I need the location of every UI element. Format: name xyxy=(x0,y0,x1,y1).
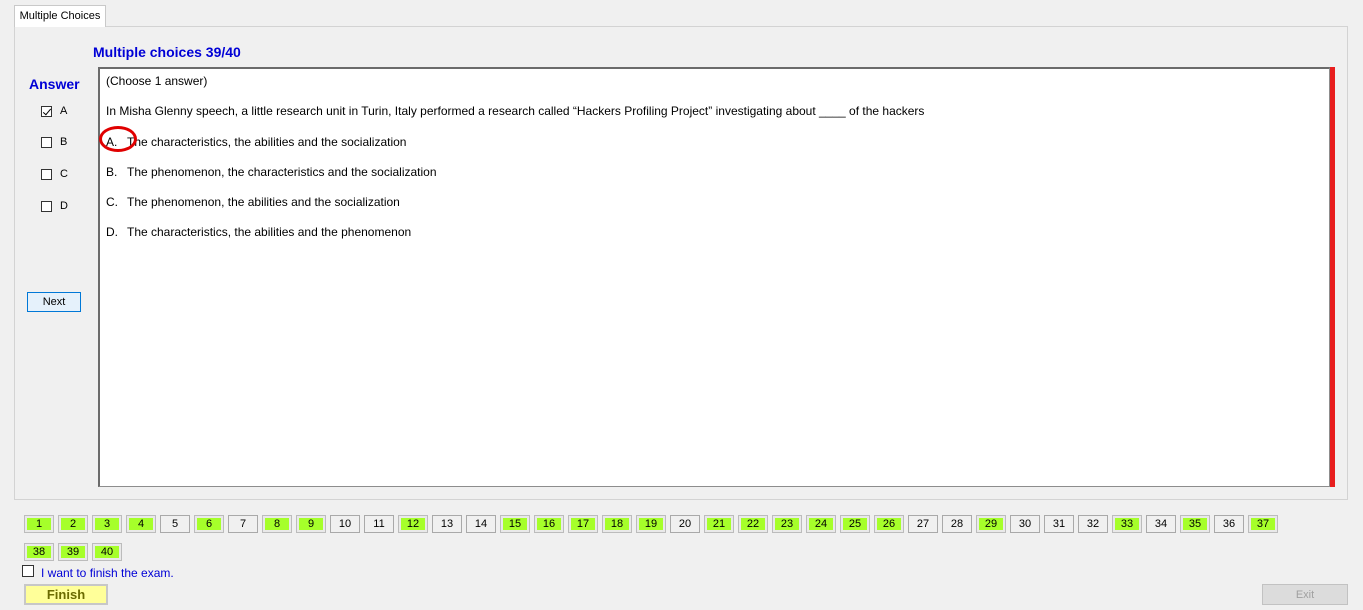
answer-d-label: D xyxy=(60,200,68,212)
tab-multiple-choices[interactable]: Multiple Choices xyxy=(14,5,106,27)
red-circle-annotation xyxy=(99,126,137,152)
question-nav-button-33[interactable]: 33 xyxy=(1112,515,1142,533)
question-nav-button-3[interactable]: 3 xyxy=(92,515,122,533)
question-nav-button-4[interactable]: 4 xyxy=(126,515,156,533)
option-d-letter: D. xyxy=(106,225,118,239)
question-nav-button-34[interactable]: 34 xyxy=(1146,515,1176,533)
question-nav-button-15[interactable]: 15 xyxy=(500,515,530,533)
answer-choice-c[interactable]: C xyxy=(41,167,68,181)
finish-exam-label[interactable]: I want to finish the exam. xyxy=(41,566,174,580)
question-content-box: (Choose 1 answer) In Misha Glenny speech… xyxy=(98,67,1330,487)
question-nav-button-32[interactable]: 32 xyxy=(1078,515,1108,533)
answer-c-checkbox[interactable] xyxy=(41,168,52,180)
question-nav-button-6[interactable]: 6 xyxy=(194,515,224,533)
option-b: B. The phenomenon, the characteristics an… xyxy=(106,165,437,179)
question-nav-button-14[interactable]: 14 xyxy=(466,515,496,533)
red-progress-bar xyxy=(1330,67,1335,487)
exit-button[interactable]: Exit xyxy=(1262,584,1348,605)
question-nav-button-12[interactable]: 12 xyxy=(398,515,428,533)
question-nav-button-37[interactable]: 37 xyxy=(1248,515,1278,533)
question-nav-button-1[interactable]: 1 xyxy=(24,515,54,533)
question-nav-button-28[interactable]: 28 xyxy=(942,515,972,533)
answer-b-label: B xyxy=(60,136,68,148)
question-nav-button-20[interactable]: 20 xyxy=(670,515,700,533)
option-b-letter: B. xyxy=(106,165,118,179)
finish-button[interactable]: Finish xyxy=(24,584,108,605)
answer-a-label: A xyxy=(60,105,68,117)
answer-label: Answer xyxy=(29,76,80,92)
answer-a-checkbox[interactable] xyxy=(41,105,52,117)
question-nav-button-30[interactable]: 30 xyxy=(1010,515,1040,533)
question-nav-button-29[interactable]: 29 xyxy=(976,515,1006,533)
question-nav-button-18[interactable]: 18 xyxy=(602,515,632,533)
question-nav-button-10[interactable]: 10 xyxy=(330,515,360,533)
question-nav-button-2[interactable]: 2 xyxy=(58,515,88,533)
option-c: C. The phenomenon, the abilities and the … xyxy=(106,195,400,209)
question-nav-button-25[interactable]: 25 xyxy=(840,515,870,533)
question-nav-button-16[interactable]: 16 xyxy=(534,515,564,533)
answer-choice-d[interactable]: D xyxy=(41,199,68,213)
question-nav-button-36[interactable]: 36 xyxy=(1214,515,1244,533)
question-nav-button-31[interactable]: 31 xyxy=(1044,515,1074,533)
question-nav-button-13[interactable]: 13 xyxy=(432,515,462,533)
question-nav-button-22[interactable]: 22 xyxy=(738,515,768,533)
option-a-text: The characteristics, the abilities and t… xyxy=(127,135,407,149)
option-d-text: The characteristics, the abilities and t… xyxy=(127,225,412,239)
question-nav-button-39[interactable]: 39 xyxy=(58,543,88,561)
question-title: Multiple choices 39/40 xyxy=(93,44,241,60)
question-instruction: (Choose 1 answer) xyxy=(106,74,208,88)
question-nav-button-24[interactable]: 24 xyxy=(806,515,836,533)
question-nav-button-27[interactable]: 27 xyxy=(908,515,938,533)
question-nav-button-19[interactable]: 19 xyxy=(636,515,666,533)
question-text: In Misha Glenny speech, a little researc… xyxy=(106,104,925,118)
option-b-text: The phenomenon, the characteristics and … xyxy=(127,165,437,179)
next-button[interactable]: Next xyxy=(27,292,81,312)
option-c-letter: C. xyxy=(106,195,118,209)
question-nav-button-35[interactable]: 35 xyxy=(1180,515,1210,533)
question-nav-button-17[interactable]: 17 xyxy=(568,515,598,533)
question-nav-button-21[interactable]: 21 xyxy=(704,515,734,533)
question-nav-button-8[interactable]: 8 xyxy=(262,515,292,533)
question-nav-button-26[interactable]: 26 xyxy=(874,515,904,533)
answer-c-label: C xyxy=(60,168,68,180)
answer-choice-a[interactable]: A xyxy=(41,104,67,118)
answer-choice-b[interactable]: B xyxy=(41,135,67,149)
question-nav-button-23[interactable]: 23 xyxy=(772,515,802,533)
question-nav-button-7[interactable]: 7 xyxy=(228,515,258,533)
option-a: A. The characteristics, the abilities and… xyxy=(99,126,407,152)
finish-exam-checkbox[interactable] xyxy=(22,565,34,577)
option-c-text: The phenomenon, the abilities and the so… xyxy=(127,195,400,209)
answer-d-checkbox[interactable] xyxy=(41,200,52,212)
question-nav-button-5[interactable]: 5 xyxy=(160,515,190,533)
question-nav-button-11[interactable]: 11 xyxy=(364,515,394,533)
answer-b-checkbox[interactable] xyxy=(41,136,52,148)
question-nav-button-40[interactable]: 40 xyxy=(92,543,122,561)
option-d: D. The characteristics, the abilities and… xyxy=(106,225,411,239)
question-nav-button-38[interactable]: 38 xyxy=(24,543,54,561)
question-nav-button-9[interactable]: 9 xyxy=(296,515,326,533)
